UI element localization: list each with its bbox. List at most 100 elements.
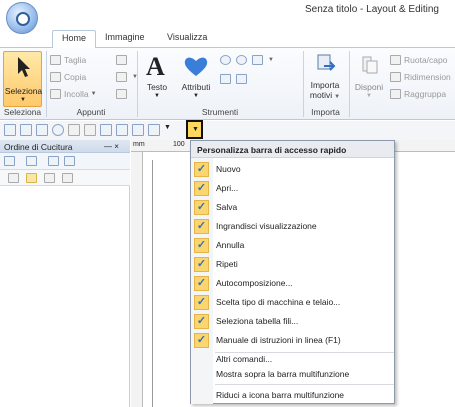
clipboard-icon <box>116 55 127 65</box>
paste-special-button[interactable] <box>116 55 130 65</box>
lock-icon[interactable] <box>26 173 37 183</box>
ruota-label: Ruota/capo <box>404 55 448 65</box>
delete-button[interactable] <box>116 89 130 99</box>
resize-icon <box>390 72 401 82</box>
taglia-label: Taglia <box>64 55 87 65</box>
zoom-out-button[interactable] <box>236 55 250 65</box>
menu-item-annulla[interactable]: ✓ Annulla <box>191 236 394 255</box>
menu-item-ingrandisci[interactable]: ✓ Ingrandisci visualizzazione <box>191 217 394 236</box>
import-icon <box>317 54 336 71</box>
raggruppa-button[interactable]: Raggruppa <box>390 89 446 99</box>
customize-qat-button[interactable]: ▼ <box>186 120 203 139</box>
zoom-in-icon <box>220 55 231 65</box>
pan-button[interactable] <box>220 74 234 84</box>
menu-item-riduci[interactable]: Riduci a icona barra multifunzione <box>191 384 394 403</box>
checkmark-icon: ✓ <box>194 200 209 215</box>
ruota-button[interactable]: Ruota/capo <box>390 55 447 65</box>
panel-header: Ordine di Cucitura — × <box>0 140 130 153</box>
menu-item-apri[interactable]: ✓ Apri... <box>191 179 394 198</box>
frame-icon[interactable] <box>64 156 75 166</box>
group-label-strumenti: Strumenti <box>201 107 239 117</box>
copy-icon <box>50 72 61 82</box>
chevron-down-icon: ▼ <box>268 57 274 63</box>
menu-item-label: Riduci a icona barra multifunzione <box>216 390 345 400</box>
zoom-in-button[interactable] <box>220 55 234 65</box>
panel-toolbar <box>0 153 130 170</box>
checkmark-icon: ✓ <box>194 295 209 310</box>
save-icon[interactable] <box>36 124 48 136</box>
group-label-importa: Importa <box>311 107 340 117</box>
group-label-appunti: Appunti <box>76 107 106 117</box>
text-a-icon: A <box>146 52 165 81</box>
menu-item-scelta-macchina[interactable]: ✓ Scelta tipo di macchina e telaio... <box>191 293 394 312</box>
chevron-down-icon[interactable]: ▼ <box>164 124 171 131</box>
color-icon[interactable] <box>48 156 59 166</box>
incolla-button[interactable]: Incolla ▼ <box>50 89 97 99</box>
copia-button[interactable]: Copia <box>50 72 86 82</box>
chevron-down-icon: ▼ <box>20 97 26 103</box>
help-icon[interactable] <box>148 124 160 136</box>
menu-item-mostra-sopra[interactable]: Mostra sopra la barra multifunzione <box>191 363 394 382</box>
menu-item-tabella-fili[interactable]: ✓ Seleziona tabella fili... <box>191 312 394 331</box>
sort-icon[interactable] <box>26 156 37 166</box>
menu-item-ripeti[interactable]: ✓ Ripeti <box>191 255 394 274</box>
panel-title: Ordine di Cucitura <box>4 142 73 152</box>
importa-motivi-button[interactable]: Importa motivi ▼ <box>305 52 345 104</box>
close-icon[interactable]: — × <box>104 142 119 151</box>
attributi-button[interactable]: Attributi ▼ <box>176 52 216 104</box>
menu-item-label: Nuovo <box>216 164 241 174</box>
sewing-order-panel: Ordine di Cucitura — × <box>0 140 130 407</box>
view-icon[interactable] <box>4 156 15 166</box>
chevron-down-icon: ▼ <box>193 93 199 99</box>
trash-icon <box>116 89 127 99</box>
arrow-cursor-icon <box>18 57 30 77</box>
group-icon <box>390 89 401 99</box>
menu-item-altri-comandi[interactable]: Altri comandi... <box>191 344 394 364</box>
measure-button[interactable] <box>236 74 250 84</box>
zoom-options-button[interactable]: ▼ <box>252 55 274 65</box>
checkmark-icon: ✓ <box>194 162 209 177</box>
checkmark-icon: ✓ <box>194 314 209 329</box>
taglia-button[interactable]: Taglia <box>50 55 86 65</box>
cross-icon[interactable] <box>44 173 55 183</box>
testo-button[interactable]: A Testo ▼ <box>140 52 174 104</box>
checkmark-icon: ✓ <box>194 276 209 291</box>
wizard-icon[interactable] <box>100 124 112 136</box>
ruler-label: 100 <box>173 141 185 148</box>
thread-chart-icon[interactable] <box>132 124 144 136</box>
disponi-button[interactable]: Disponi ▼ <box>352 52 386 104</box>
undo-icon[interactable] <box>68 124 80 136</box>
hand-icon <box>220 74 231 84</box>
rotate-icon <box>390 55 401 65</box>
menu-item-autocomposizione[interactable]: ✓ Autocomposizione... <box>191 274 394 293</box>
incolla-label: Incolla <box>64 89 89 99</box>
vertical-ruler <box>131 152 143 407</box>
menu-item-label: Seleziona tabella fili... <box>216 316 299 326</box>
redo-icon[interactable] <box>84 124 96 136</box>
tab-home[interactable]: Home <box>52 30 97 48</box>
menu-item-nuovo[interactable]: ✓ Nuovo <box>191 160 394 179</box>
eye-icon[interactable] <box>8 173 19 183</box>
seleziona-button[interactable]: Seleziona ▼ <box>3 51 42 107</box>
hoop-icon[interactable] <box>116 124 128 136</box>
duplicate-icon <box>116 72 127 82</box>
tab-immagine[interactable]: Immagine <box>96 30 154 47</box>
title-bar: Senza titolo - Layout & Editing <box>0 0 455 34</box>
new-file-icon[interactable] <box>4 124 16 136</box>
seleziona-button-label: Seleziona <box>4 86 43 96</box>
importa-label-line1: Importa <box>310 80 340 90</box>
zoom-icon[interactable] <box>52 124 64 136</box>
application-menu-button[interactable] <box>6 2 38 34</box>
paste-icon <box>50 89 61 99</box>
menu-header: Personalizza barra di accesso rapido <box>191 141 394 158</box>
menu-item-salva[interactable]: ✓ Salva <box>191 198 394 217</box>
scissors-icon <box>50 55 61 65</box>
ridimensiona-button[interactable]: Ridimension <box>390 72 451 82</box>
duplicate-button[interactable]: ▼ <box>116 72 138 82</box>
menu-item-label: Autocomposizione... <box>216 278 293 288</box>
pointer-icon[interactable] <box>62 173 73 183</box>
chevron-down-icon: ▼ <box>154 93 160 99</box>
open-folder-icon[interactable] <box>20 124 32 136</box>
window-title: Senza titolo - Layout & Editing <box>305 4 439 15</box>
tab-visualizza[interactable]: Visualizza <box>158 30 216 47</box>
